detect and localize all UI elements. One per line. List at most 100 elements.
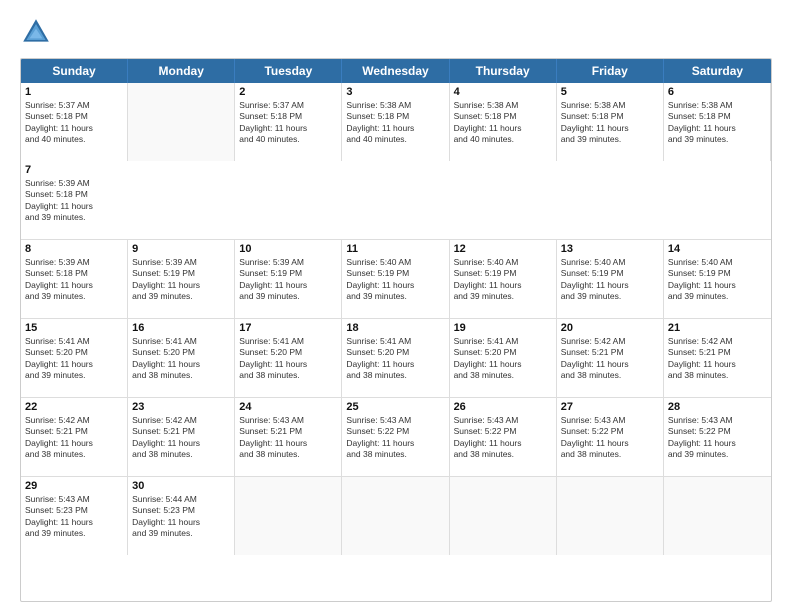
cal-cell-5: 5 Sunrise: 5:38 AM Sunset: 5:18 PM Daylig…: [557, 83, 664, 161]
cal-cell-3: 3 Sunrise: 5:38 AM Sunset: 5:18 PM Daylig…: [342, 83, 449, 161]
cal-cell-21: 21 Sunrise: 5:42 AM Sunset: 5:21 PM Dayli…: [664, 319, 771, 397]
header: [20, 16, 772, 48]
day-number: 10: [239, 243, 337, 255]
header-day-friday: Friday: [557, 59, 664, 83]
calendar-body: 1 Sunrise: 5:37 AM Sunset: 5:18 PM Daylig…: [21, 83, 771, 555]
cell-info: Sunrise: 5:42 AM Sunset: 5:21 PM Dayligh…: [561, 336, 659, 382]
cell-info: Sunrise: 5:44 AM Sunset: 5:23 PM Dayligh…: [132, 494, 230, 540]
cal-cell-15: 15 Sunrise: 5:41 AM Sunset: 5:20 PM Dayli…: [21, 319, 128, 397]
header-day-wednesday: Wednesday: [342, 59, 449, 83]
cell-info: Sunrise: 5:39 AM Sunset: 5:19 PM Dayligh…: [239, 257, 337, 303]
cal-cell-29: 29Sunrise: 5:43 AM Sunset: 5:23 PM Dayli…: [21, 477, 128, 555]
day-number: 26: [454, 401, 552, 413]
cal-cell-12: 12 Sunrise: 5:40 AM Sunset: 5:19 PM Dayli…: [450, 240, 557, 318]
day-number: 18: [346, 322, 444, 334]
cell-info: Sunrise: 5:40 AM Sunset: 5:19 PM Dayligh…: [668, 257, 767, 303]
cell-info: Sunrise: 5:41 AM Sunset: 5:20 PM Dayligh…: [454, 336, 552, 382]
cal-cell-25: 25Sunrise: 5:43 AM Sunset: 5:22 PM Dayli…: [342, 398, 449, 476]
day-number: 23: [132, 401, 230, 413]
cal-cell-16: 16Sunrise: 5:41 AM Sunset: 5:20 PM Dayli…: [128, 319, 235, 397]
day-number: 4: [454, 86, 552, 98]
day-number: 6: [668, 86, 766, 98]
cell-info: Sunrise: 5:41 AM Sunset: 5:20 PM Dayligh…: [25, 336, 123, 382]
day-number: 12: [454, 243, 552, 255]
cal-cell-20: 20 Sunrise: 5:42 AM Sunset: 5:21 PM Dayli…: [557, 319, 664, 397]
cal-cell-9: 9Sunrise: 5:39 AM Sunset: 5:19 PM Daylig…: [128, 240, 235, 318]
cal-cell-1: 1 Sunrise: 5:37 AM Sunset: 5:18 PM Daylig…: [21, 83, 128, 161]
day-number: 21: [668, 322, 767, 334]
page: SundayMondayTuesdayWednesdayThursdayFrid…: [0, 0, 792, 612]
day-number: 1: [25, 86, 123, 98]
day-number: 27: [561, 401, 659, 413]
cell-info: Sunrise: 5:40 AM Sunset: 5:19 PM Dayligh…: [561, 257, 659, 303]
cal-cell-27: 27 Sunrise: 5:43 AM Sunset: 5:22 PM Dayli…: [557, 398, 664, 476]
cal-cell-empty-w4-6: [664, 477, 771, 555]
cal-cell-empty-w4-4: [450, 477, 557, 555]
day-number: 24: [239, 401, 337, 413]
cal-week-2: 8 Sunrise: 5:39 AM Sunset: 5:18 PM Daylig…: [21, 240, 771, 319]
cell-info: Sunrise: 5:40 AM Sunset: 5:19 PM Dayligh…: [346, 257, 444, 303]
cal-cell-13: 13 Sunrise: 5:40 AM Sunset: 5:19 PM Dayli…: [557, 240, 664, 318]
day-number: 20: [561, 322, 659, 334]
day-number: 28: [668, 401, 767, 413]
day-number: 29: [25, 480, 123, 492]
cal-cell-22: 22 Sunrise: 5:42 AM Sunset: 5:21 PM Dayli…: [21, 398, 128, 476]
day-number: 7: [25, 164, 124, 176]
cal-cell-24: 24Sunrise: 5:43 AM Sunset: 5:21 PM Dayli…: [235, 398, 342, 476]
day-number: 19: [454, 322, 552, 334]
header-day-monday: Monday: [128, 59, 235, 83]
day-number: 30: [132, 480, 230, 492]
cell-info: Sunrise: 5:39 AM Sunset: 5:18 PM Dayligh…: [25, 178, 124, 224]
day-number: 17: [239, 322, 337, 334]
day-number: 2: [239, 86, 337, 98]
cal-cell-23: 23 Sunrise: 5:42 AM Sunset: 5:21 PM Dayli…: [128, 398, 235, 476]
cell-info: Sunrise: 5:41 AM Sunset: 5:20 PM Dayligh…: [132, 336, 230, 382]
day-number: 14: [668, 243, 767, 255]
cell-info: Sunrise: 5:42 AM Sunset: 5:21 PM Dayligh…: [132, 415, 230, 461]
cal-cell-empty-w4-5: [557, 477, 664, 555]
cal-cell-6: 6 Sunrise: 5:38 AM Sunset: 5:18 PM Daylig…: [664, 83, 771, 161]
logo: [20, 16, 58, 48]
cell-info: Sunrise: 5:43 AM Sunset: 5:22 PM Dayligh…: [561, 415, 659, 461]
cal-cell-14: 14 Sunrise: 5:40 AM Sunset: 5:19 PM Dayli…: [664, 240, 771, 318]
cal-cell-11: 11 Sunrise: 5:40 AM Sunset: 5:19 PM Dayli…: [342, 240, 449, 318]
cal-cell-8: 8 Sunrise: 5:39 AM Sunset: 5:18 PM Daylig…: [21, 240, 128, 318]
cell-info: Sunrise: 5:38 AM Sunset: 5:18 PM Dayligh…: [454, 100, 552, 146]
cal-week-4: 22 Sunrise: 5:42 AM Sunset: 5:21 PM Dayli…: [21, 398, 771, 477]
cal-cell-empty-w4-2: [235, 477, 342, 555]
cell-info: Sunrise: 5:38 AM Sunset: 5:18 PM Dayligh…: [346, 100, 444, 146]
header-day-saturday: Saturday: [664, 59, 771, 83]
day-number: 13: [561, 243, 659, 255]
cell-info: Sunrise: 5:40 AM Sunset: 5:19 PM Dayligh…: [454, 257, 552, 303]
logo-icon: [20, 16, 52, 48]
calendar: SundayMondayTuesdayWednesdayThursdayFrid…: [20, 58, 772, 602]
cal-cell-empty-w4-3: [342, 477, 449, 555]
cal-cell-2: 2 Sunrise: 5:37 AM Sunset: 5:18 PM Daylig…: [235, 83, 342, 161]
cal-cell-19: 19 Sunrise: 5:41 AM Sunset: 5:20 PM Dayli…: [450, 319, 557, 397]
day-number: 5: [561, 86, 659, 98]
cell-info: Sunrise: 5:42 AM Sunset: 5:21 PM Dayligh…: [25, 415, 123, 461]
cell-info: Sunrise: 5:38 AM Sunset: 5:18 PM Dayligh…: [668, 100, 766, 146]
cal-cell-18: 18 Sunrise: 5:41 AM Sunset: 5:20 PM Dayli…: [342, 319, 449, 397]
cell-info: Sunrise: 5:39 AM Sunset: 5:18 PM Dayligh…: [25, 257, 123, 303]
day-number: 3: [346, 86, 444, 98]
cal-cell-17: 17 Sunrise: 5:41 AM Sunset: 5:20 PM Dayli…: [235, 319, 342, 397]
cal-cell-empty-0: [128, 83, 235, 161]
cell-info: Sunrise: 5:41 AM Sunset: 5:20 PM Dayligh…: [239, 336, 337, 382]
day-number: 11: [346, 243, 444, 255]
cell-info: Sunrise: 5:43 AM Sunset: 5:22 PM Dayligh…: [346, 415, 444, 461]
day-number: 8: [25, 243, 123, 255]
day-number: 15: [25, 322, 123, 334]
cell-info: Sunrise: 5:42 AM Sunset: 5:21 PM Dayligh…: [668, 336, 767, 382]
cal-cell-30: 30 Sunrise: 5:44 AM Sunset: 5:23 PM Dayli…: [128, 477, 235, 555]
cell-info: Sunrise: 5:41 AM Sunset: 5:20 PM Dayligh…: [346, 336, 444, 382]
day-number: 22: [25, 401, 123, 413]
header-day-tuesday: Tuesday: [235, 59, 342, 83]
cal-cell-7: 7 Sunrise: 5:39 AM Sunset: 5:18 PM Daylig…: [21, 161, 128, 239]
cell-info: Sunrise: 5:37 AM Sunset: 5:18 PM Dayligh…: [25, 100, 123, 146]
day-number: 9: [132, 243, 230, 255]
cell-info: Sunrise: 5:38 AM Sunset: 5:18 PM Dayligh…: [561, 100, 659, 146]
calendar-header: SundayMondayTuesdayWednesdayThursdayFrid…: [21, 59, 771, 83]
cell-info: Sunrise: 5:37 AM Sunset: 5:18 PM Dayligh…: [239, 100, 337, 146]
cal-cell-10: 10 Sunrise: 5:39 AM Sunset: 5:19 PM Dayli…: [235, 240, 342, 318]
